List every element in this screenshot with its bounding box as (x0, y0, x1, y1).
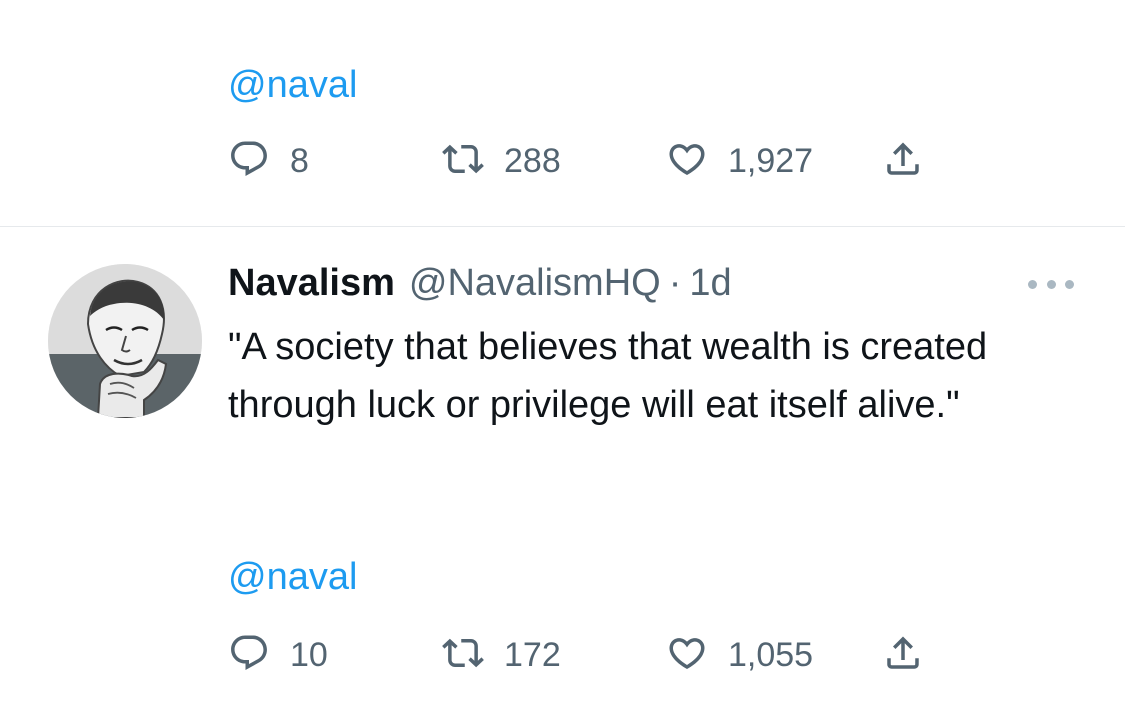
retweet-icon (442, 138, 484, 185)
avatar[interactable] (48, 264, 202, 418)
more-icon (1028, 279, 1037, 289)
more-icon-dot (1065, 279, 1074, 289)
reply-count: 10 (290, 635, 328, 674)
share-button[interactable] (882, 136, 924, 186)
share-icon (882, 138, 924, 185)
retweet-count: 172 (504, 635, 561, 674)
reply-button[interactable]: 10 (228, 630, 328, 680)
retweet-button[interactable]: 288 (442, 136, 561, 186)
retweet-count: 288 (504, 141, 561, 180)
separator-dot: · (668, 262, 682, 304)
like-button[interactable]: 1,927 (666, 136, 813, 186)
like-count: 1,055 (728, 635, 814, 674)
heart-icon (666, 138, 708, 185)
tweet-actions: 10 172 1,055 (228, 630, 968, 680)
share-button[interactable] (882, 630, 924, 680)
like-button[interactable]: 1,055 (666, 630, 813, 680)
reply-count: 8 (290, 141, 309, 180)
reply-icon (228, 632, 270, 679)
retweet-icon (442, 632, 484, 679)
tweet-header: Navalism @NavalismHQ · 1d (228, 262, 732, 306)
more-icon-dot (1046, 279, 1056, 289)
mention-link[interactable]: @naval (228, 66, 357, 104)
timestamp[interactable]: 1d (689, 262, 731, 305)
tweet-text: "A society that believes that wealth is … (228, 326, 988, 426)
share-icon (882, 632, 924, 679)
author-name[interactable]: Navalism (228, 262, 395, 305)
reply-icon (228, 138, 270, 185)
retweet-button[interactable]: 172 (442, 630, 561, 680)
like-count: 1,927 (728, 141, 814, 180)
author-handle[interactable]: @NavalismHQ (409, 262, 661, 305)
tweet-actions: 8 288 1,927 (228, 136, 968, 186)
tweet-divider (0, 226, 1125, 227)
reply-button[interactable]: 8 (228, 136, 309, 186)
more-options-button[interactable] (1028, 272, 1074, 296)
heart-icon (666, 632, 708, 679)
mention-link[interactable]: @naval (228, 558, 357, 596)
